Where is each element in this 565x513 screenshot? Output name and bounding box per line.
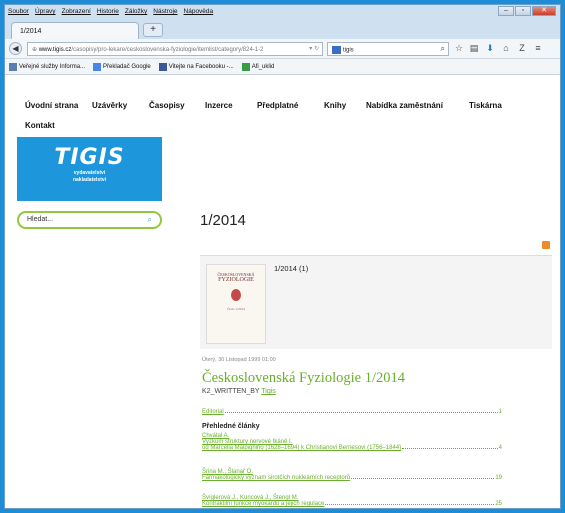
nav-printing[interactable]: Tiskárna (469, 101, 502, 110)
document-icon (241, 62, 250, 71)
bookmark-icon (9, 62, 17, 71)
category-label[interactable]: 1/2014 (1) (274, 264, 308, 273)
bookmark-item[interactable]: Vitejte na Facebooku -... (158, 62, 234, 71)
nav-contact[interactable]: Kontakt (25, 121, 55, 130)
nav-subscription[interactable]: Předplatné (257, 101, 324, 110)
toc-item[interactable]: Švíglerová J., Kuncová J., Štengl M. Kon… (202, 495, 502, 507)
reload-icon[interactable]: ▾ ↻ (309, 45, 319, 52)
search-bar[interactable]: tigis ⌕ (327, 42, 449, 56)
url-path: /casopisy/pro-lekare/ceskoslovenska-fyzi… (71, 47, 264, 53)
nav-home[interactable]: Úvodní strana (25, 101, 92, 110)
toc-item[interactable]: Šrina M., Šlanař O. Farmakologický význa… (202, 469, 502, 481)
minimize-button[interactable]: – (498, 6, 514, 16)
bookmark-item[interactable]: Překladač Google (93, 62, 151, 71)
menu-view[interactable]: Zobrazení (62, 8, 91, 15)
logo-name: TIGIS (54, 145, 125, 170)
article-title[interactable]: Československá Fyziologie 1/2014 (202, 370, 405, 387)
browser-tab[interactable]: 1/2014 (11, 22, 139, 39)
translate-icon (93, 62, 102, 71)
cover-title: FYZIOLOGIE (218, 277, 254, 283)
maximize-button[interactable]: ▫ (515, 6, 531, 16)
menu-edit[interactable]: Úpravy (35, 8, 56, 15)
back-arrow-icon[interactable]: ◀ (9, 42, 22, 55)
menu-file[interactable]: Soubor (8, 8, 29, 15)
rss-icon[interactable] (542, 241, 550, 249)
toc-item[interactable]: Chvátal A. Výzkum struktury nervové tkán… (202, 433, 502, 451)
nav-journals[interactable]: Časopisy (149, 101, 205, 110)
addon-icon[interactable]: Z (516, 43, 528, 53)
bookmarks-bar: Veřejné služby Informa... Překladač Goog… (5, 59, 560, 75)
main-navigation: Úvodní strana Uzávěrky Časopisy Inzerce … (25, 101, 545, 130)
author-link[interactable]: Tigis (261, 388, 276, 395)
nav-jobs[interactable]: Nabídka zaměstnání (366, 101, 469, 110)
magnifier-icon[interactable]: ⌕ (441, 44, 445, 54)
logo-line1: vydavatelství (73, 170, 106, 176)
menu-bar: Soubor Úpravy Zobrazení Historie Záložky… (5, 5, 560, 19)
close-button[interactable]: ✕ (532, 6, 556, 16)
navigation-bar: ◀ ⊕ www.tigis.cz/casopisy/pro-lekare/ces… (5, 39, 560, 59)
article-date: Úterý, 30 Listopad 1999 01:00 (202, 357, 276, 363)
bookmark-item[interactable]: Afi_uklid (241, 62, 274, 71)
globe-icon: ⊕ (32, 47, 38, 53)
browser-window: Soubor Úpravy Zobrazení Historie Záložky… (4, 4, 561, 509)
new-tab-button[interactable]: + (143, 23, 163, 37)
menu-icon[interactable]: ≡ (532, 43, 544, 53)
url-domain: www.tigis.cz (38, 47, 72, 53)
logo-line2: nakladatelství (72, 177, 107, 183)
nav-deadlines[interactable]: Uzávěrky (92, 101, 149, 110)
tab-title: 1/2014 (20, 28, 42, 35)
star-icon[interactable]: ☆ (453, 43, 465, 54)
search-engine-icon[interactable] (332, 46, 341, 54)
address-bar[interactable]: ⊕ www.tigis.cz/casopisy/pro-lekare/cesko… (27, 42, 323, 56)
search-value: tigis (343, 47, 354, 54)
site-search-input[interactable]: Hledat... ⌕ (17, 211, 162, 229)
menu-bookmarks[interactable]: Záložky (125, 8, 147, 15)
tab-bar: 1/2014 + (5, 19, 560, 39)
search-icon[interactable]: ⌕ (148, 215, 152, 225)
menu-help[interactable]: Nápověda (184, 8, 214, 15)
clipboard-icon[interactable]: ▤ (468, 43, 480, 54)
nav-advertising[interactable]: Inzerce (205, 101, 257, 110)
search-placeholder: Hledat... (27, 216, 54, 223)
download-icon[interactable]: ⬇ (484, 43, 496, 54)
menu-history[interactable]: Historie (97, 8, 119, 15)
toc-editorial[interactable]: Editorial 1 (202, 409, 502, 415)
cover-issue: Číslo 1/2014 (227, 307, 245, 311)
nav-books[interactable]: Knihy (324, 101, 366, 110)
page-title: 1/2014 (200, 212, 246, 229)
menu-tools[interactable]: Nástroje (153, 8, 177, 15)
home-icon[interactable]: ⌂ (500, 43, 512, 53)
journal-cover-thumbnail[interactable]: ČESKOSLOVENSKÁ FYZIOLOGIE Číslo 1/2014 (206, 264, 266, 344)
tigis-logo[interactable]: TIGIS vydavatelství nakladatelství (17, 137, 162, 201)
cover-emblem-icon (231, 289, 241, 301)
facebook-icon (158, 62, 167, 71)
category-box: ČESKOSLOVENSKÁ FYZIOLOGIE Číslo 1/2014 1… (200, 255, 552, 349)
web-page: Úvodní strana Uzávěrky Časopisy Inzerce … (5, 75, 560, 508)
article-author-line: K2_WRITTEN_BY Tigis (202, 388, 276, 395)
section-heading: Přehledné články (202, 423, 260, 430)
bookmark-item[interactable]: Veřejné služby Informa... (9, 62, 85, 71)
